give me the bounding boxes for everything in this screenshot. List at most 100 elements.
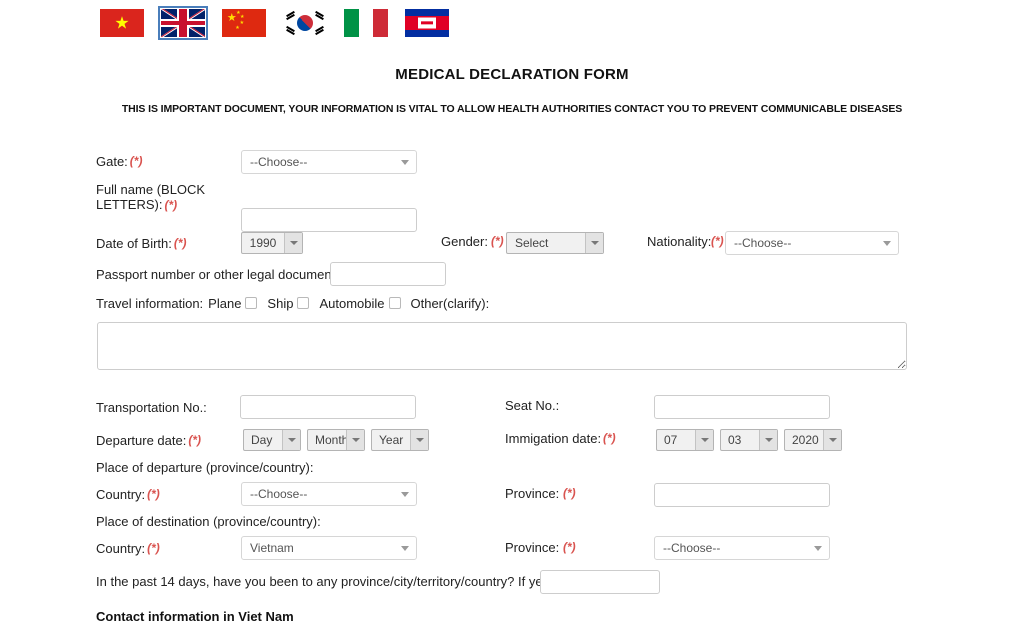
gender-required-mark: (*) [491, 234, 504, 248]
row-contact-heading: Contact information in Viet Nam [96, 598, 956, 628]
vietnam-flag-icon: ★ [100, 9, 144, 37]
immigration-month-select[interactable]: 03 [720, 429, 778, 451]
destination-country-label: Country: [96, 540, 146, 556]
nationality-label: Nationality: [647, 234, 712, 249]
full-name-required-mark: (*) [164, 198, 178, 212]
travel-information-label: Travel information: [96, 295, 204, 311]
departure-day-select[interactable]: Day [243, 429, 301, 451]
page-subtitle: THIS IS IMPORTANT DOCUMENT, YOUR INFORMA… [121, 103, 903, 115]
full-name-label-block: Full name (BLOCK LETTERS): (*) [96, 182, 205, 212]
departure-year-value: Year [379, 433, 404, 447]
row-place-of-destination-heading: Place of destination (province/country): [96, 510, 956, 532]
destination-country-select[interactable]: Vietnam [241, 536, 417, 560]
departure-province-label: Province: [505, 486, 560, 501]
departure-province-input[interactable] [654, 483, 830, 507]
departure-province-required-mark: (*) [563, 486, 576, 500]
immigration-day-value: 07 [664, 433, 678, 447]
destination-province-label: Province: [505, 540, 560, 555]
china-flag-icon: ★ ★ ★ ★ ★ [222, 9, 266, 37]
south-korea-flag-icon [283, 9, 327, 37]
past-14-days-input[interactable] [540, 570, 660, 594]
chevron-down-icon [410, 430, 428, 450]
chevron-down-icon [814, 546, 822, 551]
gender-select-value: Select [515, 236, 549, 250]
row-place-of-destination-fields: Country: (*) Vietnam Province: (*) --Cho… [96, 532, 956, 564]
chevron-down-icon [883, 241, 891, 246]
transportation-no-label: Transportation No.: [96, 399, 207, 415]
gender-label: Gender: [441, 234, 488, 249]
destination-province-select[interactable]: --Choose-- [654, 536, 830, 560]
row-transportation-seat: Transportation No.: Seat No.: [96, 390, 956, 424]
travel-other-label: Other(clarify): [410, 295, 490, 311]
chevron-down-icon [401, 492, 409, 497]
transportation-no-input[interactable] [240, 395, 416, 419]
nationality-select-value: --Choose-- [734, 236, 792, 250]
row-place-of-departure-heading: Place of departure (province/country): [96, 456, 956, 478]
chevron-down-icon [695, 430, 713, 450]
departure-country-value: --Choose-- [250, 487, 308, 501]
gate-required-mark: (*) [129, 154, 143, 168]
immigration-date-required-mark: (*) [603, 431, 616, 445]
flag-button-korean[interactable] [280, 6, 330, 40]
united-kingdom-flag-icon [161, 9, 205, 37]
full-name-label-line1: Full name (BLOCK [96, 182, 206, 197]
flag-button-italian[interactable] [341, 6, 391, 40]
medical-declaration-form: Gate: (*) --Choose-- Full name (BLOCK LE… [96, 148, 956, 628]
row-birth-gender-nationality: Date of Birth: (*) 1990 Gender: (*) Sele… [96, 228, 956, 258]
date-of-birth-year-value: 1990 [249, 236, 277, 250]
chevron-down-icon [401, 546, 409, 551]
date-of-birth-required-mark: (*) [173, 236, 187, 250]
passport-input[interactable] [330, 262, 446, 286]
language-flag-bar: ★ ★ ★ ★ ★ ★ [97, 6, 452, 40]
chevron-down-icon [823, 430, 841, 450]
cambodia-flag-icon [405, 9, 449, 37]
page-title: MEDICAL DECLARATION FORM [395, 66, 629, 83]
gender-select[interactable]: Select [506, 232, 604, 254]
flag-button-english[interactable] [158, 6, 208, 40]
destination-province-required-mark: (*) [563, 540, 576, 554]
flag-button-vietnamese[interactable]: ★ [97, 6, 147, 40]
row-place-of-departure-fields: Country: (*) --Choose-- Province: (*) [96, 478, 956, 510]
date-of-birth-year-select[interactable]: 1990 [241, 232, 303, 254]
departure-month-select[interactable]: Month [307, 429, 365, 451]
gate-label: Gate: [96, 153, 128, 169]
departure-date-label: Departure date: [96, 432, 187, 448]
immigration-day-select[interactable]: 07 [656, 429, 714, 451]
chevron-down-icon [282, 430, 300, 450]
row-departure-immigration-date: Departure date: (*) Day Month Year Immig… [96, 424, 956, 456]
immigration-date-label: Immigation date: [505, 431, 602, 446]
immigration-month-value: 03 [728, 433, 742, 447]
row-travel-other-textarea [96, 316, 956, 390]
gate-select-value: --Choose-- [250, 155, 308, 169]
seat-no-input[interactable] [654, 395, 830, 419]
departure-year-select[interactable]: Year [371, 429, 429, 451]
travel-plane-label: Plane [208, 295, 242, 311]
chevron-down-icon [759, 430, 777, 450]
destination-province-value: --Choose-- [663, 541, 721, 555]
chevron-down-icon [585, 233, 603, 253]
flag-button-khmer[interactable] [402, 6, 452, 40]
travel-other-textarea[interactable] [97, 322, 907, 370]
nationality-required-mark: (*) [711, 234, 724, 248]
travel-ship-checkbox[interactable] [297, 297, 310, 309]
full-name-label-line2: LETTERS): [96, 197, 163, 212]
row-full-name: Full name (BLOCK LETTERS): (*) [96, 174, 956, 232]
departure-month-value: Month [315, 433, 346, 447]
travel-automobile-checkbox[interactable] [388, 297, 401, 309]
flag-button-chinese[interactable]: ★ ★ ★ ★ ★ [219, 6, 269, 40]
row-travel-information: Travel information: Plane Ship Automobil… [96, 290, 956, 316]
chevron-down-icon [346, 430, 364, 450]
nationality-select[interactable]: --Choose-- [725, 231, 899, 255]
past-14-days-label: In the past 14 days, have you been to an… [96, 573, 603, 589]
immigration-year-select[interactable]: 2020 [784, 429, 842, 451]
gate-select[interactable]: --Choose-- [241, 150, 417, 174]
passport-label: Passport number or other legal document: [96, 266, 339, 282]
travel-ship-label: Ship [267, 295, 294, 311]
travel-plane-checkbox[interactable] [245, 297, 258, 309]
departure-date-required-mark: (*) [188, 433, 202, 447]
place-of-departure-heading: Place of departure (province/country): [96, 459, 314, 475]
travel-automobile-label: Automobile [319, 295, 385, 311]
departure-country-select[interactable]: --Choose-- [241, 482, 417, 506]
destination-country-value: Vietnam [250, 541, 294, 555]
date-of-birth-label: Date of Birth: [96, 235, 172, 251]
